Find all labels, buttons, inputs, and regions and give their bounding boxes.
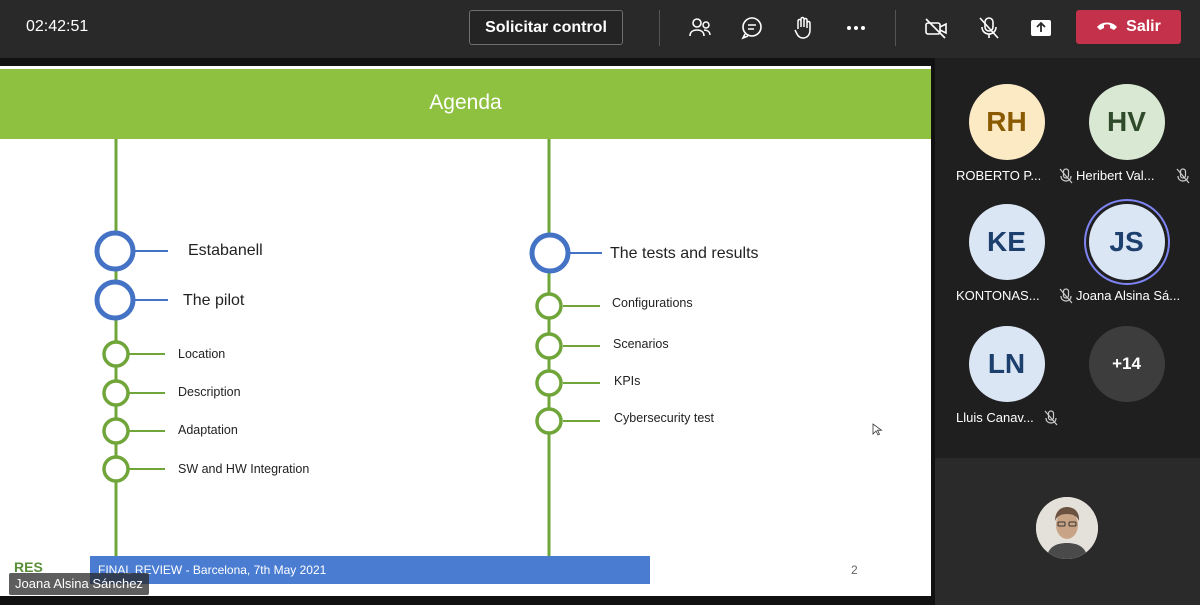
avatar: HV <box>1088 84 1165 160</box>
agenda-diagram <box>94 139 883 556</box>
more-participants-tile[interactable]: +14 <box>1069 326 1184 402</box>
request-control-button[interactable]: Solicitar control <box>469 10 623 45</box>
meeting-timer: 02:42:51 <box>26 18 89 35</box>
node-the-pilot <box>94 279 136 321</box>
agenda-item: Description <box>178 385 241 399</box>
participant-tile[interactable]: LN Lluis Canav... <box>949 326 1064 426</box>
participant-name: Lluis Canav... <box>956 410 1034 425</box>
agenda-item: Estabanell <box>188 242 263 259</box>
people-icon[interactable] <box>686 14 714 42</box>
avatar: KE <box>968 204 1045 280</box>
toolbar-divider <box>659 10 660 46</box>
mic-off-icon <box>1044 410 1058 426</box>
node-scenarios <box>535 332 563 360</box>
self-camera-thumbnail <box>1036 497 1098 559</box>
mic-off-icon <box>1059 168 1073 184</box>
node-kpis <box>535 369 563 397</box>
slide-footer-bar: FINAL REVIEW - Barcelona, 7th May 2021 <box>90 556 650 584</box>
more-icon[interactable] <box>842 14 870 42</box>
more-participants-count[interactable]: +14 <box>1088 326 1165 402</box>
self-view <box>935 458 1200 605</box>
meeting-toolbar: 02:42:51 Solicitar control Salir <box>0 0 1200 58</box>
camera-off-icon[interactable] <box>922 14 950 42</box>
node-location <box>102 340 130 368</box>
node-adaptation <box>102 417 130 445</box>
agenda-item: Adaptation <box>178 423 238 437</box>
participant-name: Joana Alsina Sá... <box>1076 288 1181 303</box>
share-icon[interactable] <box>1027 14 1055 42</box>
mic-off-icon <box>1059 288 1073 304</box>
agenda-item: KPIs <box>614 374 641 388</box>
raise-hand-icon[interactable] <box>790 14 818 42</box>
agenda-item: Scenarios <box>613 337 669 351</box>
agenda-item: The pilot <box>183 292 245 309</box>
participant-name: Heribert Val... <box>1076 168 1155 183</box>
node-tests-results <box>529 232 571 274</box>
participant-tile[interactable]: JS Joana Alsina Sá... <box>1069 204 1184 303</box>
project-logo: RES <box>12 551 82 575</box>
participant-tile[interactable]: RH ROBERTO P... <box>949 84 1073 184</box>
leave-label: Salir <box>1126 18 1161 35</box>
participant-name: KONTONAS... <box>956 288 1040 303</box>
agenda-item: Location <box>178 347 226 361</box>
node-cybersecurity <box>535 407 563 435</box>
avatar: JS <box>1088 204 1165 280</box>
leave-button[interactable]: Salir <box>1076 10 1181 44</box>
avatar: RH <box>968 84 1045 160</box>
shared-content-stage: Agenda Estabanell The pilot Location Des… <box>0 58 935 605</box>
cursor-icon <box>872 423 883 436</box>
presenter-name-badge: Joana Alsina Sánchez <box>9 573 149 595</box>
avatar: LN <box>968 326 1045 402</box>
node-description <box>102 379 130 407</box>
mic-off-icon[interactable] <box>975 14 1003 42</box>
agenda-item: The tests and results <box>610 245 759 262</box>
toolbar-divider <box>895 10 896 46</box>
participant-tile[interactable]: HV Heribert Val... <box>1069 84 1190 184</box>
node-estabanell <box>94 230 136 272</box>
mic-off-icon <box>1176 168 1190 184</box>
participant-tile[interactable]: KE KONTONAS... <box>949 204 1073 304</box>
agenda-item: Configurations <box>612 296 693 310</box>
participant-name: ROBERTO P... <box>956 168 1042 183</box>
participants-panel: RH ROBERTO P... HV Heribert Val... KE KO… <box>935 58 1200 458</box>
slide-page-number: 2 <box>851 563 858 577</box>
node-configurations <box>535 292 563 320</box>
chat-icon[interactable] <box>738 14 766 42</box>
agenda-item: SW and HW Integration <box>178 462 310 476</box>
presentation-slide: Agenda Estabanell The pilot Location Des… <box>0 66 931 596</box>
phone-hangup-icon <box>1096 18 1118 37</box>
node-sw-hw <box>102 455 130 483</box>
agenda-item: Cybersecurity test <box>614 411 715 425</box>
